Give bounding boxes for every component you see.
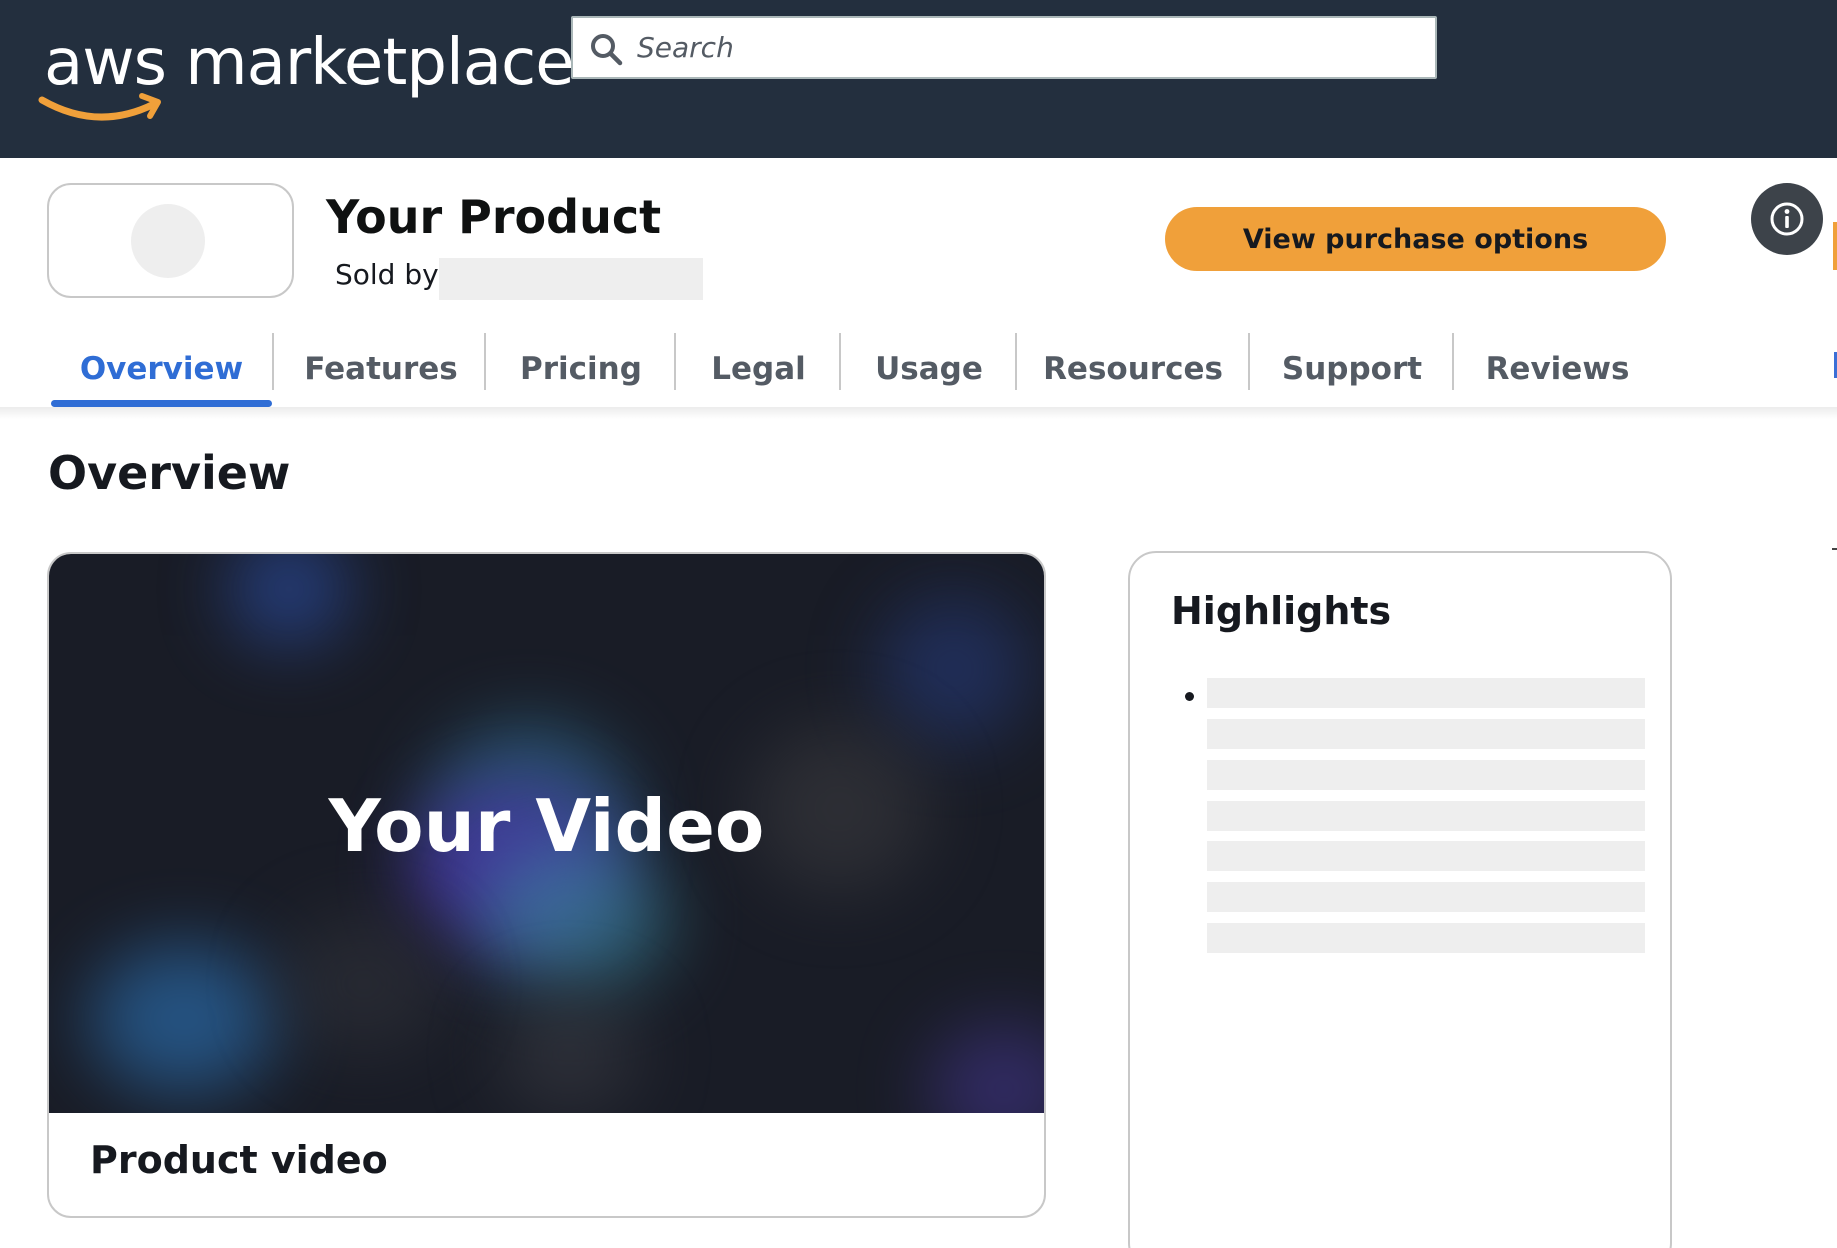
video-bokeh <box>879 594 1029 744</box>
view-purchase-options-button[interactable]: View purchase options <box>1165 207 1666 271</box>
bullet-point <box>1185 692 1194 701</box>
product-logo <box>47 183 294 298</box>
tab-resources[interactable]: Resources <box>1018 330 1248 408</box>
product-title: Your Product <box>326 190 662 244</box>
aws-smile-icon <box>38 93 161 121</box>
tab-support[interactable]: Support <box>1251 330 1453 408</box>
tab-divider <box>272 333 274 390</box>
page: aws marketplace Your Product Sold by: Vi… <box>0 0 1837 1248</box>
tab-reviews[interactable]: Reviews <box>1455 330 1660 408</box>
product-logo-placeholder <box>131 204 205 278</box>
info-button[interactable] <box>1751 183 1823 255</box>
highlight-placeholder <box>1207 760 1645 790</box>
search-bar[interactable] <box>571 16 1437 79</box>
video-bokeh <box>279 914 449 1054</box>
tab-divider <box>1248 333 1250 390</box>
tab-pricing[interactable]: Pricing <box>487 330 675 408</box>
search-icon <box>591 34 623 66</box>
highlights-heading: Highlights <box>1171 589 1392 633</box>
highlight-placeholder <box>1207 923 1645 953</box>
top-navigation-bar: aws marketplace <box>0 0 1837 158</box>
search-input[interactable] <box>637 18 1417 77</box>
tab-divider <box>484 333 486 390</box>
video-title: Your Video <box>328 784 765 868</box>
tab-divider <box>839 333 841 390</box>
tab-divider <box>674 333 676 390</box>
info-icon <box>1770 202 1804 236</box>
aws-marketplace-logo[interactable]: aws marketplace <box>36 24 575 124</box>
tab-divider <box>1015 333 1017 390</box>
edge-decoration <box>1832 548 1837 550</box>
edge-decoration <box>1833 222 1837 270</box>
video-bokeh <box>229 554 349 644</box>
tab-features[interactable]: Features <box>276 330 486 408</box>
highlight-placeholder <box>1207 678 1645 708</box>
video-bokeh <box>929 1024 1044 1113</box>
video-bokeh <box>499 994 639 1113</box>
highlights-card: Highlights <box>1128 551 1672 1248</box>
video-bokeh <box>89 944 279 1094</box>
highlight-placeholder <box>1207 719 1645 749</box>
product-tabs: Overview Features Pricing Legal Usage Re… <box>0 330 1837 408</box>
video-caption: Product video <box>90 1138 388 1182</box>
tab-legal[interactable]: Legal <box>677 330 840 408</box>
video-player[interactable]: Your Video <box>49 554 1044 1113</box>
seller-name-placeholder <box>439 258 703 300</box>
overview-heading: Overview <box>48 446 291 500</box>
tab-overview[interactable]: Overview <box>51 330 272 408</box>
active-tab-indicator <box>51 400 272 407</box>
tab-usage[interactable]: Usage <box>843 330 1015 408</box>
highlight-placeholder <box>1207 841 1645 871</box>
tab-divider <box>1452 333 1454 390</box>
product-video-card: Your Video Product video <box>47 552 1046 1218</box>
tabs-shadow <box>0 407 1837 419</box>
sold-by-label: Sold by: <box>335 258 447 291</box>
highlight-placeholder <box>1207 882 1645 912</box>
highlight-placeholder <box>1207 801 1645 831</box>
